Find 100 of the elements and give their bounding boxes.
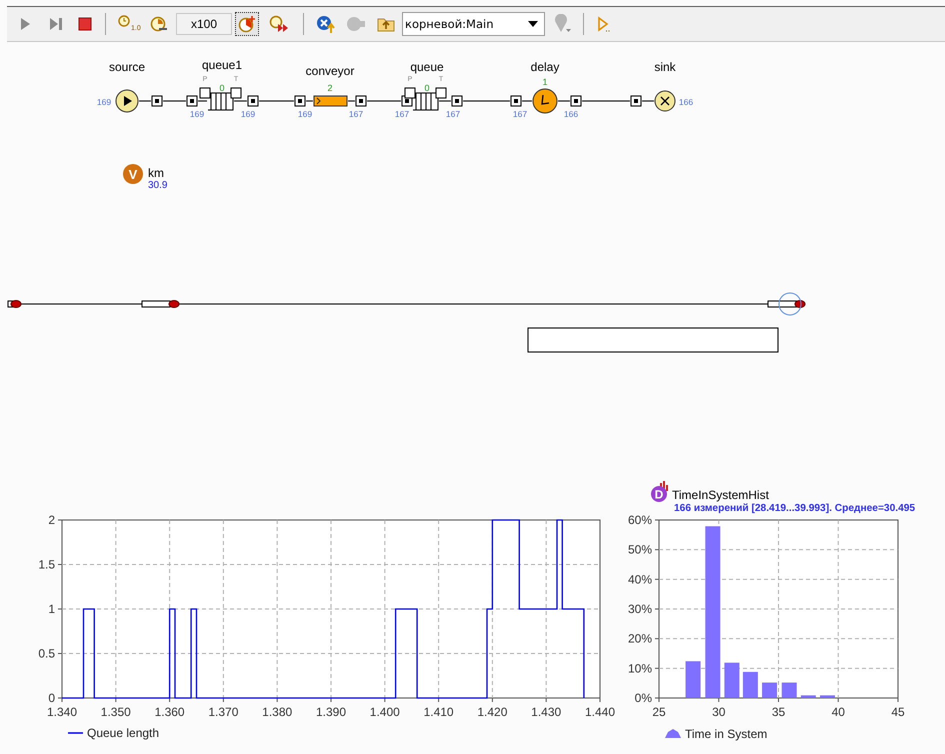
conveyor-block	[314, 96, 348, 106]
x-arrow-up-icon[interactable]	[316, 14, 336, 34]
axis-tick-label: 1.350	[100, 705, 131, 719]
block-count: 169	[298, 109, 312, 119]
caret-icon	[528, 21, 538, 27]
axis-tick-label: 1.400	[370, 705, 400, 719]
axis-tick-label: 1.390	[316, 705, 346, 719]
port-square	[436, 88, 446, 98]
port-marker	[186, 96, 198, 106]
port-square	[230, 88, 242, 98]
clock-pause-icon[interactable]	[150, 15, 168, 33]
histogram-bar	[724, 662, 740, 698]
block-count: 167	[394, 109, 410, 119]
block-count: 0	[424, 83, 430, 93]
block-label: queue1	[202, 58, 242, 72]
axis-tick-label: 1.5	[38, 558, 55, 572]
connector-line	[462, 100, 510, 102]
axis-tick-label: 10%	[628, 661, 652, 676]
block-count: 169	[240, 109, 256, 119]
variable-icon: V	[123, 164, 143, 184]
source-block	[116, 90, 138, 112]
axis-tick-label: 1	[48, 602, 55, 616]
port-marker	[248, 96, 258, 106]
port-marker	[452, 96, 462, 106]
axis-tick-label: 40%	[628, 572, 652, 586]
axis-tick-label: 45	[891, 705, 905, 719]
histogram-bar	[762, 682, 778, 698]
variable-name: km	[148, 166, 164, 180]
connector-line	[198, 100, 208, 102]
histogram-bar	[742, 672, 758, 698]
axis-tick-label: 30	[712, 705, 726, 719]
histogram-stats: 166 измерений [28.419...39.993]. Среднее=30.495	[674, 503, 916, 514]
delay-block	[532, 88, 558, 114]
port-marker	[356, 96, 366, 106]
port-marker	[570, 96, 582, 106]
connector-line	[522, 100, 532, 102]
connector-line	[258, 100, 294, 102]
view-dropdown[interactable]: корневой:Main	[402, 12, 545, 36]
step-icon[interactable]	[47, 16, 65, 32]
axis-tick-label: 1.380	[262, 705, 292, 719]
sink-block	[654, 90, 676, 112]
port-square	[200, 88, 210, 98]
connector-line	[138, 100, 152, 102]
connector-line	[306, 100, 314, 102]
histogram-bar	[782, 682, 797, 698]
histogram-bar	[820, 695, 835, 698]
port-marker	[510, 96, 522, 106]
axis-tick-label: 1.410	[424, 705, 454, 719]
block-count: 2	[328, 83, 332, 93]
axis-tick-label: 1.440	[584, 705, 616, 719]
axis-tick-label: 60%	[628, 513, 652, 527]
connector-line	[438, 100, 452, 102]
stop-icon[interactable]	[77, 16, 93, 32]
axis-tick-label: 1.430	[531, 705, 562, 719]
block-label: sink	[654, 60, 676, 74]
block-count: 1	[542, 77, 548, 87]
axis-tick-label: 2	[48, 513, 55, 527]
block-count: 169	[190, 109, 204, 119]
connector-line	[234, 100, 248, 102]
legend-label: Queue length	[87, 726, 160, 740]
queue-block	[208, 92, 234, 110]
block-count: 166	[564, 109, 578, 119]
axis-tick-label: 1.420	[477, 705, 508, 719]
axis-tick-label: 30%	[628, 602, 652, 616]
connector-line	[366, 100, 402, 102]
block-label: queue	[410, 60, 444, 74]
axis-tick-label: 25	[652, 705, 666, 719]
speed-field[interactable]: x100	[176, 13, 232, 35]
block-count: 167	[512, 109, 528, 119]
axis-tick-label: 20%	[628, 632, 652, 646]
axis-tick-label: 0	[48, 691, 55, 705]
block-count: 167	[446, 109, 460, 119]
connector-line	[642, 100, 654, 102]
block-count: 0	[220, 83, 224, 93]
connector-line	[348, 100, 356, 102]
histogram-bar	[800, 695, 816, 698]
axis-tick-label: 50%	[628, 542, 652, 557]
legend-label: Time in System	[685, 727, 768, 741]
port-marker	[294, 96, 306, 106]
variable-value: 30.9	[148, 180, 168, 191]
connector-line	[558, 100, 570, 102]
histogram-title: TimeInSystemHist	[672, 488, 769, 502]
block-count: 166	[678, 97, 694, 107]
queue-block	[412, 92, 438, 110]
port-square	[404, 88, 416, 98]
block-label: source	[108, 60, 146, 74]
axis-tick-label: 0.5	[38, 646, 55, 660]
block-count: 169	[96, 97, 112, 107]
axis-tick-label: 0%	[634, 691, 652, 705]
legend-line-icon	[68, 732, 83, 734]
axis-tick-label: 1.360	[154, 705, 185, 719]
connector-line	[162, 100, 186, 102]
block-label: conveyor	[306, 64, 354, 78]
block-label: delay	[530, 60, 560, 74]
axis-tick-label: 1.370	[208, 705, 238, 719]
realtime-toggle[interactable]	[235, 12, 259, 36]
port-marker	[152, 96, 162, 106]
axis-tick-label: 40	[832, 705, 845, 719]
axis-tick-label: 1.340	[46, 705, 78, 719]
legend-area-icon	[665, 729, 681, 738]
